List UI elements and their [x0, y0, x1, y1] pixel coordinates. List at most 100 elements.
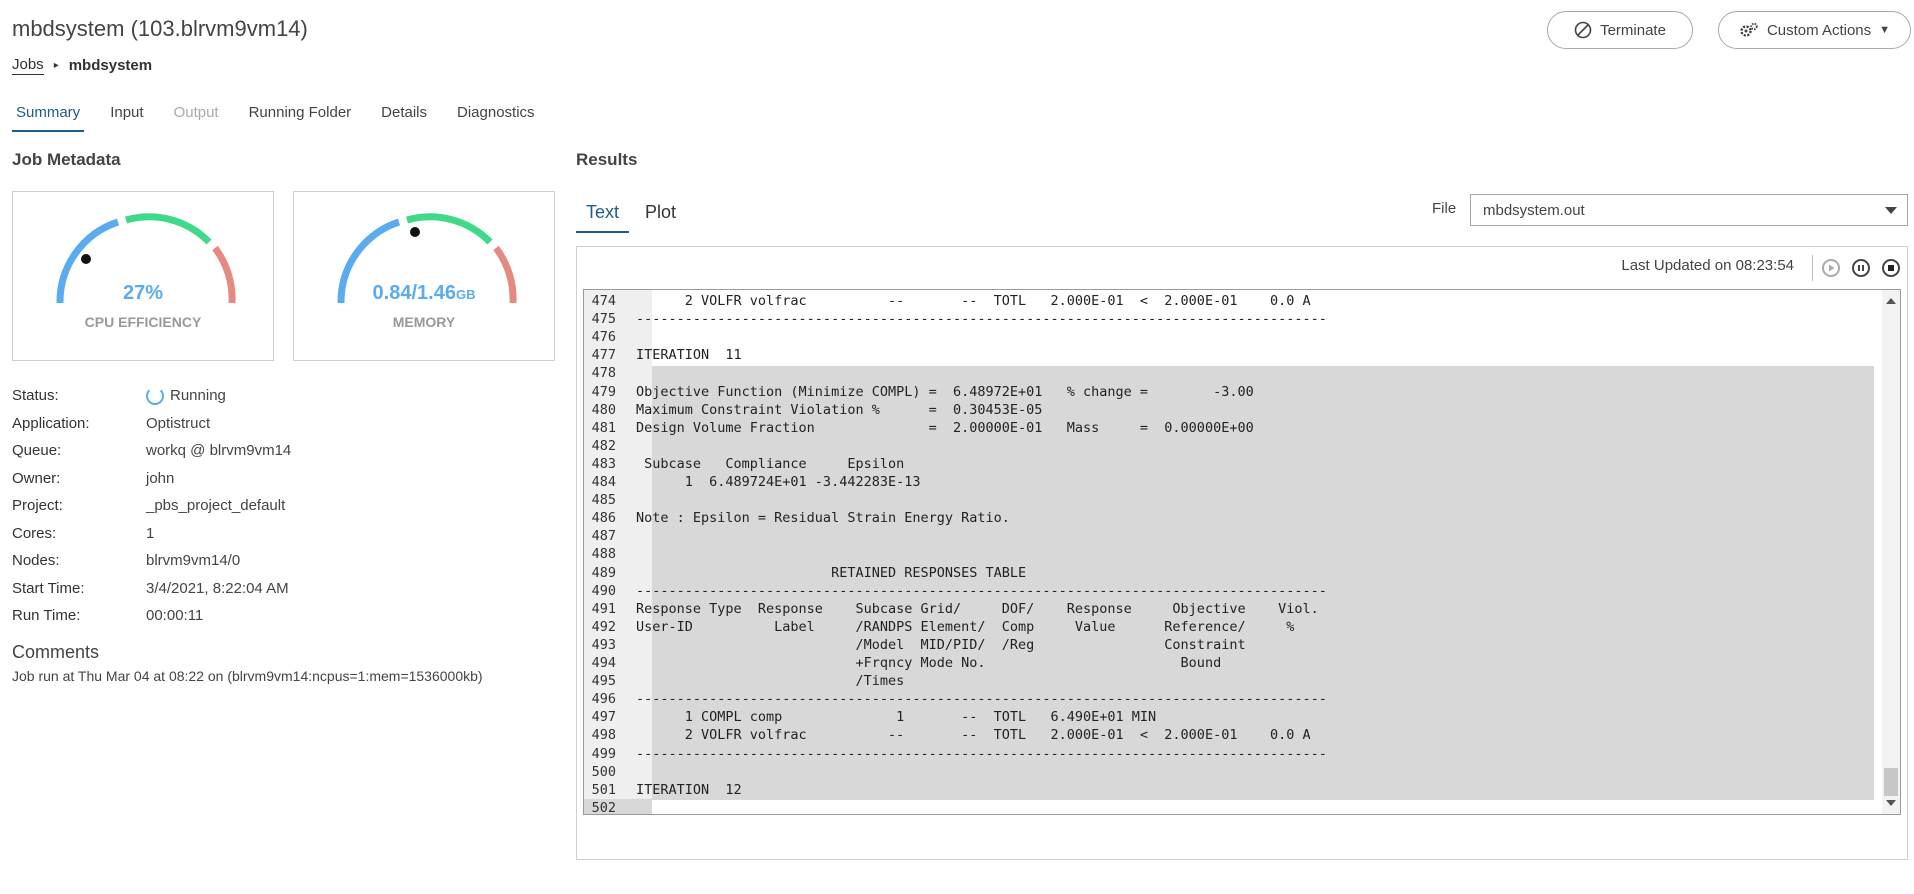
line-number: 488 [591, 546, 616, 563]
meta-key: Nodes: [12, 552, 60, 570]
meta-value: Running [146, 386, 226, 405]
play-icon[interactable] [1822, 259, 1840, 277]
meta-row-cores: Cores: 1 [12, 520, 291, 548]
code-line: 480 Maximum Constraint Violation % = 0.30… [584, 401, 1874, 419]
meta-row-run-time: Run Time: 00:00:11 [12, 602, 291, 630]
pause-icon[interactable] [1852, 259, 1870, 277]
line-number: 501 [591, 781, 616, 798]
scroll-down-icon[interactable] [1886, 800, 1896, 806]
job-metadata-heading: Job Metadata [12, 150, 121, 169]
terminate-button[interactable]: Terminate [1547, 11, 1693, 49]
output-panel: Last Updated on 08:23:54 474 2 VOLFR vol… [576, 246, 1908, 860]
line-text: Objective Function (Minimize COMPL) = 6.… [636, 383, 1254, 400]
caret-down-icon [1885, 207, 1897, 214]
caret-down-icon: ▼ [1879, 24, 1891, 36]
meta-row-owner: Owner: john [12, 465, 291, 493]
vertical-scrollbar[interactable] [1882, 290, 1900, 814]
tab-summary[interactable]: Summary [12, 100, 85, 132]
meta-key: Queue: [12, 442, 62, 460]
file-select[interactable]: mbdsystem.out [1470, 194, 1908, 226]
meta-value: 00:00:11 [146, 607, 204, 625]
code-line: 482 [584, 437, 1874, 455]
custom-actions-button[interactable]: Custom Actions ▼ [1718, 11, 1911, 49]
meta-row-start-time: Start Time: 3/4/2021, 8:22:04 AM [12, 575, 291, 603]
job-tabs: Summary Input Output Running Folder Deta… [12, 100, 561, 132]
comments-heading: Comments [12, 642, 100, 662]
tab-details[interactable]: Details [377, 100, 431, 132]
code-line: 488 [584, 545, 1874, 563]
line-text: Subcase Compliance Epsilon [636, 455, 905, 472]
code-line: 479 Objective Function (Minimize COMPL) =… [584, 383, 1874, 401]
code-line: 499 -------------------------------------… [584, 745, 1874, 763]
breadcrumb-jobs-link[interactable]: Jobs [12, 56, 44, 75]
breadcrumb: Jobs ▸ mbdsystem [12, 56, 152, 75]
code-line: 484 1 6.489724E+01 -3.442283E-13 [584, 473, 1874, 491]
line-text: ----------------------------------------… [636, 311, 1327, 328]
line-number: 487 [591, 528, 616, 545]
tab-text[interactable]: Text [576, 198, 630, 233]
line-number: 494 [591, 655, 616, 671]
meta-row-queue: Queue: workq @ blrvm9vm14 [12, 437, 291, 465]
job-metadata-fields: Status: Running Application: Optistruct … [12, 382, 291, 630]
results-heading: Results [576, 150, 638, 169]
meta-value: 3/4/2021, 8:22:04 AM [146, 579, 289, 597]
code-line: 489 RETAINED RESPONSES TABLE [584, 564, 1874, 582]
tab-output: Output [173, 104, 219, 121]
meta-key: Project: [12, 497, 63, 515]
code-line: 486 Note : Epsilon = Residual Strain Ener… [584, 509, 1874, 527]
cpu-efficiency-value: 27% [122, 282, 164, 304]
line-number: 502 [591, 799, 616, 815]
scrollbar-thumb[interactable] [1884, 768, 1898, 796]
breadcrumb-current: mbdsystem [68, 57, 153, 74]
meta-key: Cores: [12, 524, 57, 542]
code-line: 481 Design Volume Fraction = 2.00000E-01 … [584, 419, 1874, 437]
meta-key: Owner: [12, 469, 61, 487]
code-line: 483 Subcase Compliance Epsilon [584, 455, 1874, 473]
code-line: 485 [584, 491, 1874, 509]
custom-actions-label: Custom Actions [1766, 21, 1872, 39]
line-number: 499 [591, 745, 616, 762]
memory-gauge: 0.84/1.46GB MEMORY [293, 191, 555, 361]
cpu-efficiency-label: CPU EFFICIENCY [84, 314, 202, 330]
line-number: 486 [591, 510, 616, 527]
file-select-value: mbdsystem.out [1483, 201, 1585, 219]
meta-key: Status: [12, 387, 59, 405]
line-number: 490 [591, 582, 616, 599]
line-text: Design Volume Fraction = 2.00000E-01 Mas… [636, 419, 1254, 436]
ban-icon [1574, 21, 1592, 39]
tab-plot[interactable]: Plot [635, 198, 686, 233]
line-number: 498 [591, 727, 616, 744]
meta-row-status: Status: Running [12, 382, 291, 410]
stop-icon[interactable] [1882, 259, 1900, 277]
status-text: Running [170, 387, 226, 405]
tab-running-folder[interactable]: Running Folder [245, 100, 356, 132]
line-number: 477 [591, 347, 616, 364]
cogs-icon [1740, 22, 1758, 37]
line-text: RETAINED RESPONSES TABLE [636, 564, 1027, 581]
line-text: ----------------------------------------… [636, 582, 1327, 599]
line-number: 476 [591, 329, 616, 346]
line-text: /Model MID/PID/ /Reg Constraint [636, 636, 1246, 653]
memory-value: 0.84/1.46GB [294, 282, 554, 305]
scroll-up-icon[interactable] [1886, 298, 1896, 304]
code-line: 487 [584, 527, 1874, 545]
line-text: Maximum Constraint Violation % = 0.30453… [636, 401, 1043, 418]
meta-value: 1 [146, 524, 155, 542]
output-text-viewer[interactable]: 474 2 VOLFR volfrac -- -- TOTL 2.000E-01… [583, 289, 1901, 815]
memory-unit: GB [455, 287, 476, 302]
terminate-label: Terminate [1600, 21, 1666, 39]
line-text: 2 VOLFR volfrac -- -- TOTL 2.000E-01 < 2… [636, 727, 1311, 744]
line-text: User-ID Label /RANDPS Element/ Comp Valu… [636, 618, 1295, 635]
cpu-efficiency-gauge: 27% CPU EFFICIENCY [12, 191, 274, 361]
running-spinner-icon [146, 386, 164, 405]
line-number: 478 [591, 365, 616, 382]
divider [1812, 255, 1813, 281]
line-text: 1 COMPL comp 1 -- TOTL 6.490E+01 MIN [636, 709, 1157, 726]
tab-diagnostics[interactable]: Diagnostics [453, 100, 539, 132]
code-line: 497 1 COMPL comp 1 -- TOTL 6.490E+01 MIN [584, 708, 1874, 726]
tab-input[interactable]: Input [106, 100, 147, 132]
line-number: 485 [591, 492, 616, 509]
line-text: ----------------------------------------… [636, 691, 1327, 708]
memory-label: MEMORY [392, 314, 456, 330]
results-tabs: Text Plot [576, 198, 692, 233]
